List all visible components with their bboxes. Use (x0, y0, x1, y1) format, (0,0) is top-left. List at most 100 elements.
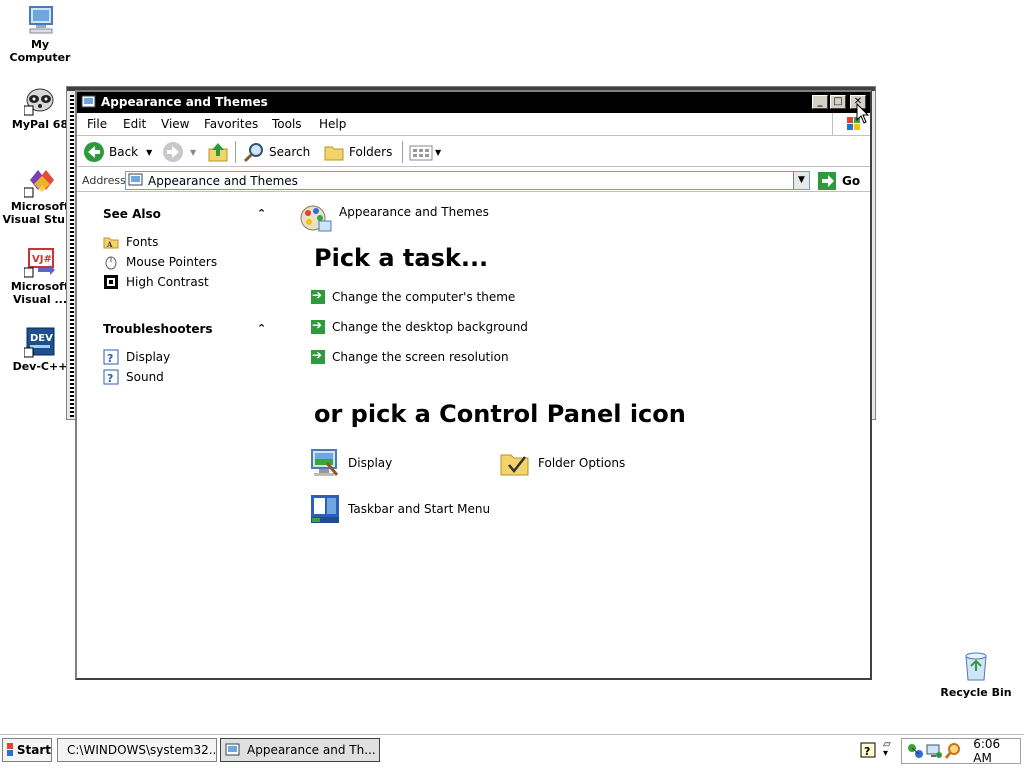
desktop-icon-recycle-bin[interactable]: Recycle Bin (936, 650, 1016, 699)
taskbar-button-cmd[interactable]: C:\ C:\WINDOWS\system32... (57, 738, 217, 762)
title-bar[interactable]: Appearance and Themes _ □ ✕ (77, 92, 870, 113)
taskbar-button-appearance[interactable]: Appearance and Th... (220, 738, 380, 762)
views-dropdown-icon[interactable]: ▼ (435, 148, 441, 157)
forward-dropdown-icon[interactable]: ▼ (190, 148, 196, 157)
menu-tools[interactable]: Tools (272, 117, 302, 131)
cp-icon-taskbar-start-menu[interactable]: Taskbar and Start Menu (309, 493, 490, 525)
folder-options-icon (499, 447, 531, 479)
cp-icon-folder-options[interactable]: Folder Options (499, 447, 625, 479)
taskbar-button-label: Appearance and Th... (247, 743, 376, 757)
content-pane: Appearance and Themes Pick a task... Cha… (287, 193, 870, 678)
svg-text:VJ#: VJ# (32, 254, 52, 265)
folders-button[interactable]: Folders (323, 141, 392, 163)
help-tray-icon[interactable]: ? (860, 742, 876, 761)
computer-icon (24, 4, 56, 36)
network-icon (908, 744, 923, 758)
desktop-icon-label: My Computer (9, 38, 71, 64)
desktop-icon-my-computer[interactable]: My Computer (0, 4, 80, 64)
devcpp-icon: DEV (23, 326, 56, 358)
clock[interactable]: 6:06 AM (973, 737, 1020, 765)
task-change-resolution[interactable]: Change the screen resolution (311, 348, 509, 364)
forward-arrow-icon (163, 142, 183, 162)
standard-toolbar: Back ▼ ▼ Search Folders ▼ (77, 137, 870, 167)
collapse-troubleshooters-button[interactable]: ⌃ (257, 322, 266, 335)
appearance-themes-icon (300, 205, 332, 232)
control-panel-icon (128, 173, 143, 186)
task-change-background[interactable]: Change the desktop background (311, 318, 528, 334)
visual-jsharp-icon: VJ# (23, 246, 56, 278)
svg-text:?: ? (107, 372, 113, 385)
task-change-theme[interactable]: Change the computer's theme (311, 288, 516, 304)
svg-text:DEV: DEV (30, 333, 53, 344)
sidebar-item-high-contrast[interactable]: High Contrast (103, 274, 209, 290)
address-dropdown-button[interactable]: ▼ (793, 172, 809, 189)
back-button[interactable]: Back ▼ (83, 141, 152, 163)
forward-button[interactable]: ▼ (162, 141, 196, 163)
start-label: Start (16, 743, 51, 757)
folder-icon (324, 146, 344, 161)
menu-bar: File Edit View Favorites Tools Help (77, 113, 870, 136)
taskbar: Start C:\ C:\WINDOWS\system32... Appeara… (0, 734, 1024, 768)
back-arrow-icon (84, 142, 104, 162)
menu-favorites[interactable]: Favorites (204, 117, 258, 131)
sidebar-item-label: High Contrast (126, 275, 209, 289)
svg-text:?: ? (864, 745, 870, 758)
toolbar-separator (235, 141, 236, 163)
mouse-cursor-icon (856, 103, 870, 124)
display-icon (309, 447, 341, 479)
go-button[interactable]: Go (818, 171, 860, 190)
address-input[interactable]: Appearance and Themes ▼ (125, 171, 810, 190)
sidebar-item-fonts[interactable]: A Fonts (103, 234, 158, 250)
up-folder-icon (208, 143, 228, 162)
help-icon: ? (103, 349, 119, 365)
task-label: Change the screen resolution (332, 350, 509, 364)
fonts-folder-icon: A (103, 234, 119, 250)
go-label: Go (842, 173, 861, 188)
views-button[interactable]: ▼ (409, 141, 441, 163)
task-label: Change the computer's theme (332, 290, 516, 304)
search-button[interactable]: Search (243, 141, 310, 163)
back-label: Back (109, 145, 139, 159)
mouse-icon (103, 254, 119, 270)
back-dropdown-icon[interactable]: ▼ (146, 148, 152, 157)
menu-view[interactable]: View (161, 117, 189, 131)
start-button[interactable]: Start (2, 738, 52, 762)
control-panel-icon[interactable] (81, 95, 97, 109)
sidebar-item-label: Sound (126, 370, 164, 384)
folders-label: Folders (349, 145, 393, 159)
sidebar-item-sound-troubleshooter[interactable]: ? Sound (103, 369, 164, 385)
recycle-bin-label: Recycle Bin (940, 686, 1012, 699)
task-arrow-icon (311, 348, 325, 364)
up-folder-button[interactable] (207, 141, 231, 163)
address-value: Appearance and Themes (148, 174, 298, 188)
windows-logo-icon (7, 743, 13, 756)
menu-help[interactable]: Help (319, 117, 346, 131)
sidebar-item-label: Fonts (126, 235, 159, 249)
search-icon (243, 143, 263, 163)
troubleshooters-heading[interactable]: Troubleshooters (103, 322, 213, 336)
sidebar-item-display-troubleshooter[interactable]: ? Display (103, 349, 170, 365)
collapse-see-also-button[interactable]: ⌃ (257, 207, 266, 220)
task-label: Change the desktop background (332, 320, 528, 334)
toolbar-separator (402, 141, 403, 163)
svg-text:?: ? (107, 352, 113, 365)
menu-edit[interactable]: Edit (123, 117, 146, 131)
menu-file[interactable]: File (87, 117, 107, 131)
visual-studio-icon (23, 166, 56, 198)
quick-launch-arrows-icon[interactable]: ▱ ▾ (883, 740, 891, 759)
see-also-heading[interactable]: See Also (103, 207, 161, 221)
sidebar-item-label: Mouse Pointers (126, 255, 218, 269)
taskbar-button-label: C:\WINDOWS\system32... (67, 743, 217, 757)
system-tray: 6:06 AM (901, 737, 1021, 765)
raccoon-icon (23, 84, 56, 116)
category-header: Appearance and Themes (299, 201, 489, 235)
address-label: Address (82, 174, 126, 187)
cp-icon-label: Taskbar and Start Menu (348, 502, 491, 516)
maximize-button[interactable]: □ (830, 95, 846, 109)
category-title: Appearance and Themes (339, 205, 489, 219)
cp-icon-display[interactable]: Display (309, 447, 392, 479)
monitor-icon (926, 744, 943, 758)
minimize-button[interactable]: _ (812, 95, 828, 109)
sidebar-item-mouse-pointers[interactable]: Mouse Pointers (103, 254, 217, 270)
task-arrow-icon (311, 288, 325, 304)
